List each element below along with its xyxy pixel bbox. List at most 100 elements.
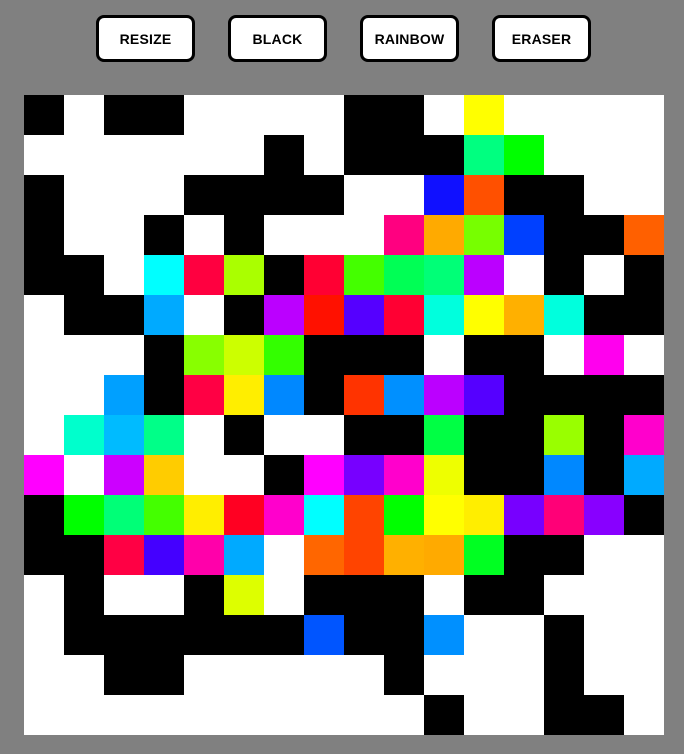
canvas-pixel[interactable] (544, 335, 584, 375)
canvas-pixel[interactable] (504, 335, 544, 375)
canvas-pixel[interactable] (304, 175, 344, 215)
canvas-pixel[interactable] (304, 295, 344, 335)
canvas-pixel[interactable] (24, 535, 64, 575)
canvas-pixel[interactable] (344, 455, 384, 495)
canvas-pixel[interactable] (104, 255, 144, 295)
canvas-pixel[interactable] (424, 375, 464, 415)
canvas-pixel[interactable] (464, 655, 504, 695)
canvas-pixel[interactable] (624, 295, 664, 335)
canvas-pixel[interactable] (64, 615, 104, 655)
canvas-pixel[interactable] (344, 135, 384, 175)
canvas-pixel[interactable] (144, 535, 184, 575)
canvas-pixel[interactable] (424, 495, 464, 535)
canvas-pixel[interactable] (24, 415, 64, 455)
canvas-pixel[interactable] (304, 495, 344, 535)
canvas-pixel[interactable] (184, 335, 224, 375)
canvas-pixel[interactable] (344, 695, 384, 735)
canvas-pixel[interactable] (104, 655, 144, 695)
canvas-pixel[interactable] (544, 95, 584, 135)
resize-button[interactable]: RESIZE (96, 15, 195, 62)
canvas-pixel[interactable] (424, 655, 464, 695)
canvas-pixel[interactable] (584, 655, 624, 695)
canvas-pixel[interactable] (144, 215, 184, 255)
canvas-pixel[interactable] (464, 535, 504, 575)
canvas-pixel[interactable] (544, 575, 584, 615)
canvas-pixel[interactable] (384, 695, 424, 735)
canvas-pixel[interactable] (424, 575, 464, 615)
canvas-pixel[interactable] (504, 615, 544, 655)
canvas-pixel[interactable] (344, 295, 384, 335)
canvas-pixel[interactable] (184, 135, 224, 175)
canvas-pixel[interactable] (344, 415, 384, 455)
canvas-pixel[interactable] (504, 535, 544, 575)
canvas-pixel[interactable] (504, 95, 544, 135)
canvas-pixel[interactable] (424, 695, 464, 735)
canvas-pixel[interactable] (544, 495, 584, 535)
canvas-pixel[interactable] (264, 575, 304, 615)
canvas-pixel[interactable] (104, 215, 144, 255)
canvas-pixel[interactable] (584, 615, 624, 655)
canvas-pixel[interactable] (424, 455, 464, 495)
canvas-pixel[interactable] (144, 575, 184, 615)
canvas-pixel[interactable] (264, 695, 304, 735)
canvas-pixel[interactable] (24, 95, 64, 135)
canvas-pixel[interactable] (184, 535, 224, 575)
canvas-pixel[interactable] (144, 495, 184, 535)
canvas-pixel[interactable] (264, 175, 304, 215)
canvas-pixel[interactable] (104, 615, 144, 655)
canvas-pixel[interactable] (104, 375, 144, 415)
canvas-pixel[interactable] (264, 335, 304, 375)
canvas-pixel[interactable] (64, 655, 104, 695)
canvas-pixel[interactable] (304, 695, 344, 735)
canvas-pixel[interactable] (464, 215, 504, 255)
canvas-pixel[interactable] (464, 375, 504, 415)
canvas-pixel[interactable] (224, 215, 264, 255)
canvas-pixel[interactable] (264, 375, 304, 415)
drawing-canvas[interactable] (24, 95, 664, 735)
canvas-pixel[interactable] (544, 655, 584, 695)
canvas-pixel[interactable] (184, 255, 224, 295)
canvas-pixel[interactable] (104, 575, 144, 615)
canvas-pixel[interactable] (424, 335, 464, 375)
canvas-pixel[interactable] (584, 215, 624, 255)
canvas-pixel[interactable] (624, 415, 664, 455)
canvas-pixel[interactable] (64, 375, 104, 415)
canvas-pixel[interactable] (504, 695, 544, 735)
canvas-pixel[interactable] (344, 255, 384, 295)
canvas-pixel[interactable] (584, 255, 624, 295)
canvas-pixel[interactable] (144, 615, 184, 655)
canvas-pixel[interactable] (24, 615, 64, 655)
canvas-pixel[interactable] (544, 175, 584, 215)
canvas-pixel[interactable] (624, 695, 664, 735)
canvas-pixel[interactable] (264, 455, 304, 495)
canvas-pixel[interactable] (144, 255, 184, 295)
canvas-pixel[interactable] (224, 455, 264, 495)
canvas-pixel[interactable] (304, 615, 344, 655)
canvas-pixel[interactable] (24, 175, 64, 215)
canvas-pixel[interactable] (184, 415, 224, 455)
canvas-pixel[interactable] (224, 575, 264, 615)
canvas-pixel[interactable] (224, 695, 264, 735)
canvas-pixel[interactable] (64, 295, 104, 335)
canvas-pixel[interactable] (264, 655, 304, 695)
canvas-pixel[interactable] (384, 95, 424, 135)
canvas-pixel[interactable] (64, 175, 104, 215)
canvas-pixel[interactable] (624, 535, 664, 575)
canvas-pixel[interactable] (504, 415, 544, 455)
canvas-pixel[interactable] (504, 135, 544, 175)
canvas-pixel[interactable] (464, 95, 504, 135)
canvas-pixel[interactable] (624, 615, 664, 655)
canvas-pixel[interactable] (544, 615, 584, 655)
canvas-pixel[interactable] (424, 535, 464, 575)
canvas-pixel[interactable] (64, 135, 104, 175)
canvas-pixel[interactable] (584, 295, 624, 335)
canvas-pixel[interactable] (304, 135, 344, 175)
canvas-pixel[interactable] (504, 295, 544, 335)
canvas-pixel[interactable] (504, 575, 544, 615)
canvas-pixel[interactable] (384, 335, 424, 375)
canvas-pixel[interactable] (104, 175, 144, 215)
canvas-pixel[interactable] (304, 415, 344, 455)
canvas-pixel[interactable] (224, 495, 264, 535)
canvas-pixel[interactable] (64, 575, 104, 615)
canvas-pixel[interactable] (64, 695, 104, 735)
